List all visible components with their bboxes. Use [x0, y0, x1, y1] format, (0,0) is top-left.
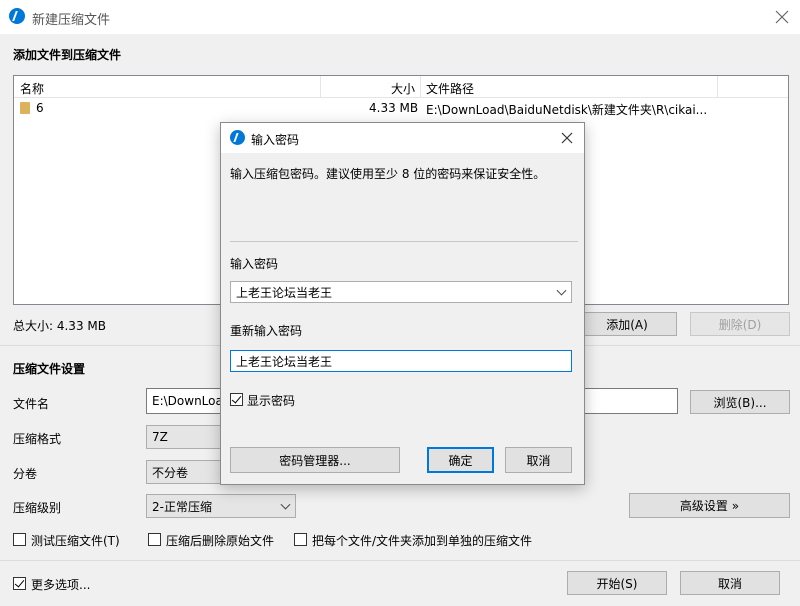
password-label: 输入密码	[230, 257, 279, 271]
password-manager-button[interactable]: 密码管理器...	[230, 447, 400, 473]
test-archive-label[interactable]: 测试压缩文件(T)	[31, 532, 120, 549]
browse-button[interactable]: 浏览(B)...	[690, 390, 790, 414]
each-separate-checkbox[interactable]	[294, 533, 307, 546]
cancel-button[interactable]: 取消	[680, 571, 780, 595]
dialog-hint: 输入压缩包密码。建议使用至少 8 位的密码来保证安全性。	[230, 167, 546, 181]
add-button[interactable]: 添加(A)	[577, 312, 677, 336]
delete-after-checkbox[interactable]	[148, 533, 161, 546]
show-password-checkbox[interactable]	[230, 393, 243, 406]
more-options-label[interactable]: 更多选项...	[31, 576, 90, 593]
folder-icon	[20, 102, 30, 114]
repeat-password-label: 重新输入密码	[230, 324, 303, 338]
dialog-cancel-button[interactable]: 取消	[505, 447, 572, 473]
chevron-down-icon[interactable]	[556, 285, 567, 296]
app-logo-icon	[9, 8, 25, 24]
repeat-password-input[interactable]: 上老王论坛当老王	[230, 350, 572, 372]
ok-button[interactable]: 确定	[427, 447, 494, 473]
file-list-header: 名称 大小 文件路径	[14, 76, 788, 98]
password-input[interactable]: 上老王论坛当老王	[230, 281, 572, 303]
table-row[interactable]: 6 4.33 MB E:\DownLoad\BaiduNetdisk\新建文件夹…	[14, 98, 788, 118]
format-value: 7Z	[152, 430, 168, 444]
total-size: 总大小: 4.33 MB	[13, 319, 106, 333]
dialog-title-bar: 输入密码	[221, 123, 584, 153]
chevron-down-icon	[280, 499, 291, 510]
level-select[interactable]: 2-正常压缩	[146, 494, 296, 518]
title-bar: 新建压缩文件	[0, 0, 800, 34]
start-button[interactable]: 开始(S)	[567, 571, 667, 595]
advanced-settings-button[interactable]: 高级设置 »	[629, 493, 790, 518]
divider	[0, 560, 800, 561]
filename-label: 文件名	[13, 397, 50, 411]
password-value: 上老王论坛当老王	[236, 285, 333, 300]
more-options-checkbox[interactable]	[13, 577, 26, 590]
row-size: 4.33 MB	[369, 101, 419, 115]
column-header-size[interactable]: 大小	[391, 80, 415, 97]
show-password-label[interactable]: 显示密码	[247, 392, 295, 409]
close-icon[interactable]	[772, 7, 792, 27]
test-archive-checkbox[interactable]	[13, 533, 26, 546]
password-dialog: 输入密码 输入压缩包密码。建议使用至少 8 位的密码来保证安全性。 输入密码 上…	[220, 122, 585, 485]
format-label: 压缩格式	[13, 432, 62, 446]
level-label: 压缩级别	[13, 501, 62, 515]
row-path: E:\DownLoad\BaiduNetdisk\新建文件夹\R\cikai..…	[426, 103, 708, 117]
level-value: 2-正常压缩	[152, 499, 212, 514]
column-header-path[interactable]: 文件路径	[426, 80, 474, 97]
app-logo-icon	[230, 130, 245, 145]
split-value: 不分卷	[152, 465, 189, 480]
each-separate-label[interactable]: 把每个文件/文件夹添加到单独的压缩文件	[312, 532, 532, 549]
add-files-header: 添加文件到压缩文件	[13, 48, 122, 62]
window-title: 新建压缩文件	[32, 13, 111, 28]
settings-header: 压缩文件设置	[13, 362, 86, 376]
close-icon[interactable]	[558, 129, 576, 147]
divider	[230, 241, 578, 242]
split-label: 分卷	[13, 467, 38, 481]
column-header-name[interactable]: 名称	[20, 80, 44, 97]
delete-after-label[interactable]: 压缩后删除原始文件	[166, 532, 274, 549]
row-name: 6	[36, 101, 44, 115]
dialog-title: 输入密码	[251, 133, 300, 147]
delete-button[interactable]: 删除(D)	[690, 312, 790, 336]
